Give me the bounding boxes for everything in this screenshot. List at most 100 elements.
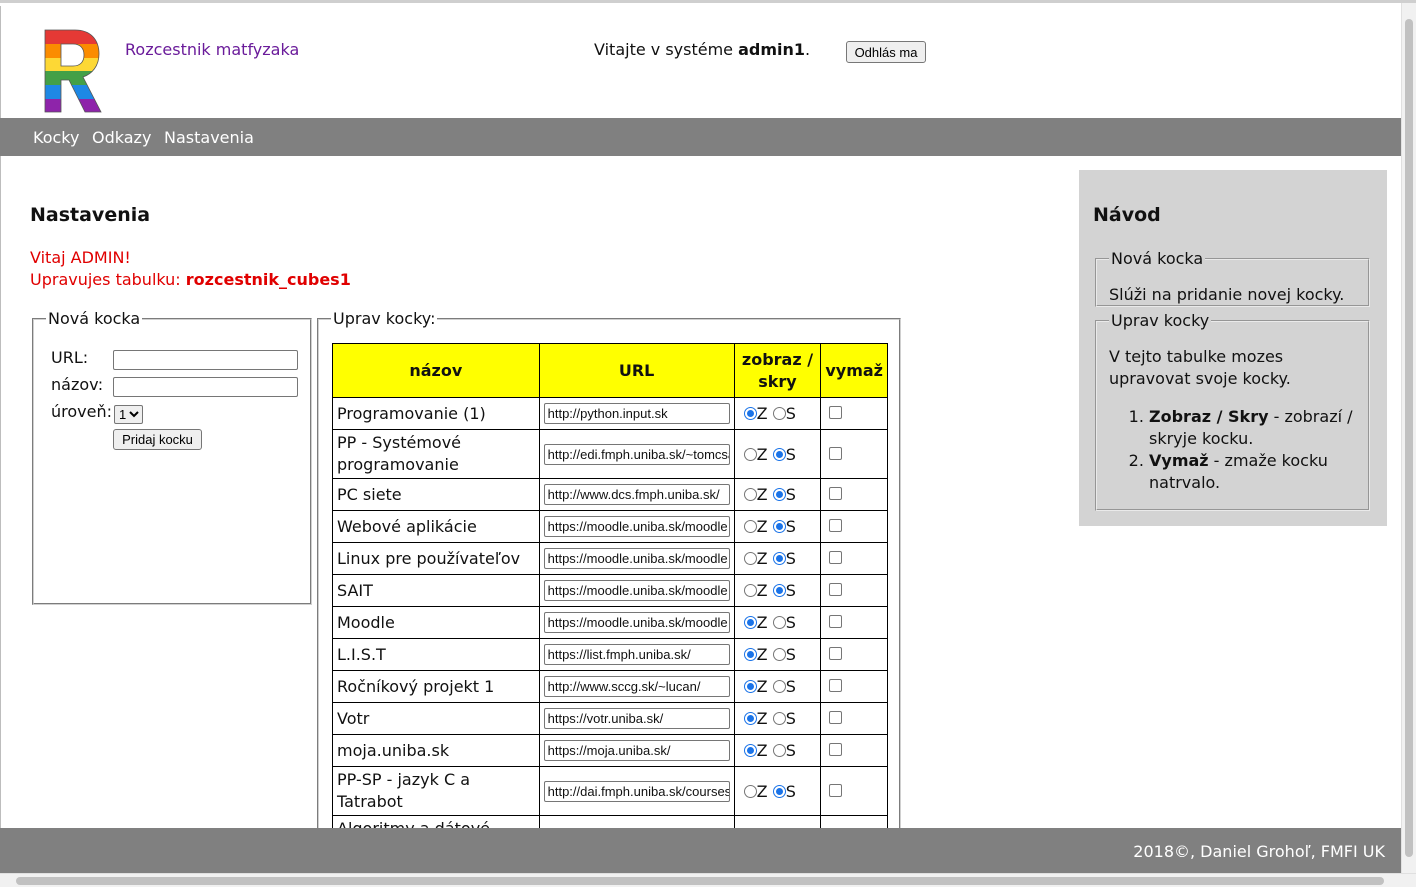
hide-radio[interactable] [772, 447, 786, 461]
url-input[interactable] [113, 350, 298, 370]
delete-checkbox[interactable] [829, 615, 843, 628]
cube-url-input[interactable]: https://moodle.uniba.sk/moodle [543, 548, 730, 569]
show-radio[interactable] [743, 648, 757, 661]
table-row: PP-SP - jazyk C a Tatrabot http://dai.fmp… [332, 766, 888, 816]
name-input[interactable] [113, 377, 298, 397]
cube-url-input[interactable]: https://moodle.uniba.sk/moodle [543, 612, 730, 633]
table-row: Webové aplikácie https://moodle.uniba.sk/… [332, 510, 888, 543]
cube-url-input[interactable]: https://moodle.uniba.sk/moodle [543, 580, 730, 601]
visibility-cell: Z S [733, 638, 822, 671]
footer: 2018©, Daniel Grohoľ, FMFI UK [0, 828, 1401, 874]
show-radio[interactable] [743, 616, 757, 629]
hide-label: S [785, 444, 796, 464]
cube-url-input[interactable]: http://edi.fmph.uniba.sk/~tomcsanyi [543, 443, 730, 465]
cube-url-cell: https://list.fmph.uniba.sk/ [538, 638, 735, 671]
nav-item-odkazy[interactable]: Odkazy [92, 128, 151, 147]
delete-cell [820, 638, 888, 671]
delete-cell [820, 574, 888, 607]
show-label: Z [756, 645, 768, 664]
cube-url-input[interactable]: http://dai.fmph.uniba.sk/courses [543, 780, 730, 802]
delete-checkbox[interactable] [829, 406, 843, 419]
cube-url-input[interactable]: https://moodle.uniba.sk/moodle [543, 516, 730, 537]
hide-radio[interactable] [772, 552, 786, 565]
cube-url-input[interactable]: https://list.fmph.uniba.sk/ [543, 644, 730, 665]
show-radio[interactable] [743, 680, 757, 693]
logout-button[interactable]: Odhlás ma [846, 41, 926, 63]
show-label: Z [756, 549, 768, 568]
cube-url-input[interactable]: http://python.input.sk [543, 403, 730, 424]
vertical-scrollbar[interactable] [1401, 3, 1416, 873]
delete-cell [820, 670, 888, 703]
username: admin1 [738, 40, 806, 59]
help-steps-list: Zobraz / Skry - zobrazí / skryje kocku. … [1109, 406, 1367, 494]
cube-name: L.I.S.T [332, 638, 540, 671]
level-select[interactable]: 1 [114, 405, 143, 424]
delete-checkbox[interactable] [829, 583, 843, 596]
hide-label: S [785, 549, 796, 568]
delete-cell [820, 702, 888, 735]
table-row: SAIT https://moodle.uniba.sk/moodle Z S [332, 574, 888, 607]
cube-name: Webové aplikácie [332, 510, 540, 543]
delete-checkbox[interactable] [829, 446, 843, 460]
delete-checkbox[interactable] [829, 487, 843, 500]
hide-radio[interactable] [772, 744, 786, 757]
delete-checkbox[interactable] [829, 519, 843, 532]
show-label: Z [756, 581, 768, 600]
cube-url-input[interactable]: http://www.dcs.fmph.uniba.sk/ [543, 484, 730, 505]
horizontal-scrollbar[interactable] [0, 873, 1416, 887]
hide-radio[interactable] [772, 784, 786, 798]
hide-radio[interactable] [772, 584, 786, 597]
visibility-cell: Z S [733, 397, 822, 430]
show-radio[interactable] [743, 552, 757, 565]
delete-cell [820, 510, 888, 543]
hide-radio[interactable] [772, 648, 786, 661]
hide-radio[interactable] [772, 407, 786, 420]
vertical-scroll-thumb[interactable] [1405, 19, 1413, 857]
admin-greeting: Vitaj ADMIN! [30, 248, 131, 267]
hide-radio[interactable] [772, 520, 786, 533]
help-edit-cubes: Uprav kocky V tejto tabulke mozes upravo… [1095, 311, 1370, 511]
show-radio[interactable] [743, 744, 757, 757]
cubes-table: názov URL zobraz / skry vymaž Programova… [332, 343, 888, 865]
show-radio[interactable] [743, 712, 757, 725]
hide-label: S [785, 485, 796, 504]
delete-checkbox[interactable] [829, 711, 843, 724]
hide-radio[interactable] [772, 712, 786, 725]
cube-url-cell: http://www.dcs.fmph.uniba.sk/ [538, 478, 735, 511]
cube-url-input[interactable]: http://www.sccg.sk/~lucan/ [543, 676, 730, 697]
site-name-link[interactable]: Rozcestnik matfyzaka [125, 40, 299, 59]
edit-cubes-legend: Uprav kocky: [333, 309, 436, 328]
delete-checkbox[interactable] [829, 743, 843, 756]
cube-url-input[interactable]: https://moja.uniba.sk/ [543, 740, 730, 761]
hide-radio[interactable] [772, 616, 786, 629]
show-radio[interactable] [743, 488, 757, 501]
nav-item-kocky[interactable]: Kocky [33, 128, 79, 147]
hide-radio[interactable] [772, 680, 786, 693]
url-label: URL: [51, 348, 89, 367]
delete-checkbox[interactable] [829, 647, 843, 660]
show-label: Z [756, 709, 768, 728]
cube-url-input[interactable]: https://votr.uniba.sk/ [543, 708, 730, 729]
delete-cell [820, 397, 888, 430]
visibility-cell: Z S [733, 574, 822, 607]
show-radio[interactable] [743, 784, 757, 798]
nav-item-nastavenia[interactable]: Nastavenia [164, 128, 254, 147]
show-radio[interactable] [743, 407, 757, 420]
show-radio[interactable] [743, 447, 757, 461]
delete-cell [820, 478, 888, 511]
delete-cell [820, 766, 888, 816]
delete-checkbox[interactable] [829, 783, 843, 797]
cube-url-cell: https://moodle.uniba.sk/moodle [538, 542, 735, 575]
column-header-url: URL [538, 343, 735, 398]
hide-radio[interactable] [772, 488, 786, 501]
hide-label: S [785, 613, 796, 632]
help-new-cube: Nová kocka Slúži na pridanie novej kocky… [1095, 249, 1370, 307]
show-radio[interactable] [743, 584, 757, 597]
new-cube-form: Nová kocka URL: názov: úroveň: 1 Pridaj … [32, 309, 312, 605]
delete-checkbox[interactable] [829, 679, 843, 692]
add-cube-button[interactable]: Pridaj kocku [113, 429, 202, 450]
delete-checkbox[interactable] [829, 551, 843, 564]
show-radio[interactable] [743, 520, 757, 533]
rainbow-r-logo[interactable] [39, 26, 105, 118]
admin-message: Vitaj ADMIN! Upravujes tabulku: rozcestn… [30, 247, 351, 291]
